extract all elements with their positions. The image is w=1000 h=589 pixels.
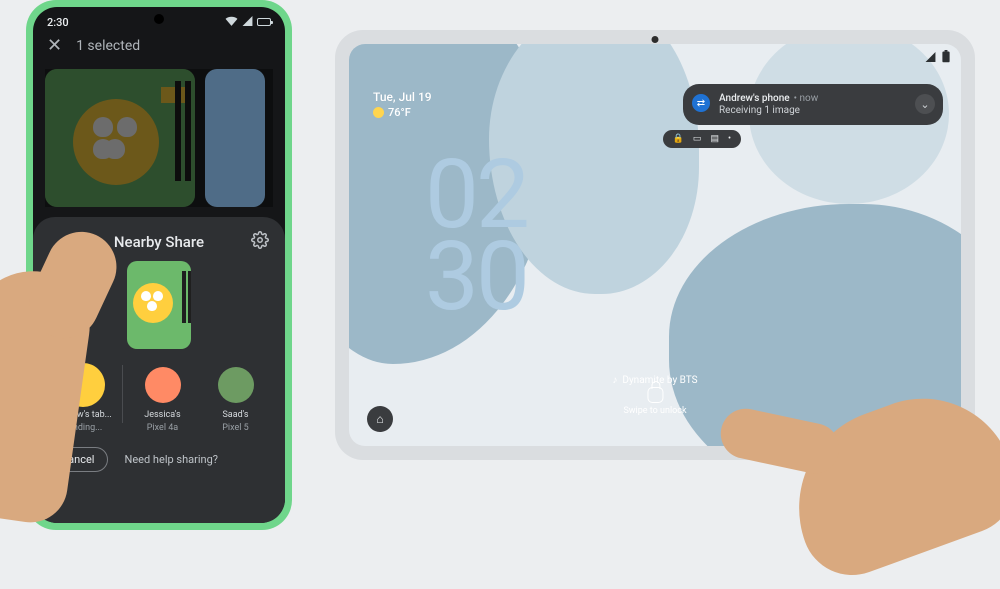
help-sharing-link[interactable]: Need help sharing?	[124, 453, 218, 466]
share-target-device[interactable]: Saad's Pixel 5	[202, 363, 269, 433]
selected-count: 1 selected	[76, 38, 140, 54]
notification-time: now	[800, 93, 819, 104]
target-name: Saad's	[222, 410, 248, 420]
divider	[122, 365, 123, 423]
music-note-icon: ♪	[612, 375, 617, 386]
notification-card[interactable]: ⇄ Andrew's phone • now Receiving 1 image…	[683, 84, 943, 125]
status-chips[interactable]: 🔒 ▭ ▤ •	[663, 130, 741, 148]
share-preview	[127, 261, 191, 349]
temperature: 76°F	[388, 106, 411, 119]
unlock-hint: Swipe to unlock	[623, 406, 686, 416]
selection-bar: ✕ 1 selected	[33, 37, 285, 55]
battery-icon	[257, 18, 271, 26]
swipe-unlock[interactable]: Swipe to unlock	[623, 387, 686, 416]
gear-icon[interactable]	[251, 231, 269, 253]
chip-icon: 🔒	[673, 134, 684, 144]
wifi-icon	[225, 16, 238, 29]
cell-signal-icon	[925, 52, 936, 65]
home-button[interactable]: ⌂	[367, 406, 393, 432]
photo-thumbnail[interactable]	[205, 69, 265, 207]
cell-signal-icon	[242, 16, 253, 29]
avatar	[214, 363, 258, 407]
clock-minutes: 30	[425, 238, 527, 320]
nearby-share-icon: ⇄	[692, 94, 710, 112]
sheet-title: Nearby Share	[114, 233, 204, 251]
notification-title: Andrew's phone	[719, 93, 790, 104]
now-playing-title: Dynamite by BTS	[622, 375, 697, 386]
target-status: Pixel 4a	[147, 423, 178, 433]
tablet-lockscreen[interactable]: Tue, Jul 19 76°F 02 30 ⇄ Andrew's phone …	[349, 44, 961, 446]
tablet-device: Tue, Jul 19 76°F 02 30 ⇄ Andrew's phone …	[335, 30, 975, 460]
home-icon: ⌂	[376, 412, 383, 426]
share-target-device[interactable]: Jessica's Pixel 4a	[129, 363, 196, 433]
avatar	[141, 363, 185, 407]
target-status: Pixel 5	[222, 423, 249, 433]
chip-icon: ▭	[693, 134, 702, 144]
status-time: 2:30	[47, 16, 69, 29]
sun-icon	[373, 107, 384, 118]
lock-icon	[647, 387, 663, 403]
tablet-status-bar	[925, 50, 951, 66]
lockscreen-weather[interactable]: 76°F	[373, 106, 411, 119]
notification-body: Receiving 1 image	[719, 105, 907, 116]
chip-icon: ▤	[710, 134, 719, 144]
lockscreen-clock: 02 30	[425, 156, 527, 320]
chip-more: •	[728, 134, 731, 144]
lockscreen-date: Tue, Jul 19	[373, 90, 432, 104]
battery-icon	[941, 50, 951, 66]
phone-status-bar: 2:30	[33, 9, 285, 35]
close-icon[interactable]: ✕	[47, 37, 62, 55]
front-camera	[652, 36, 659, 43]
photo-grid	[45, 69, 273, 207]
chevron-down-icon[interactable]: ⌄	[915, 94, 935, 114]
target-name: Jessica's	[144, 410, 180, 420]
